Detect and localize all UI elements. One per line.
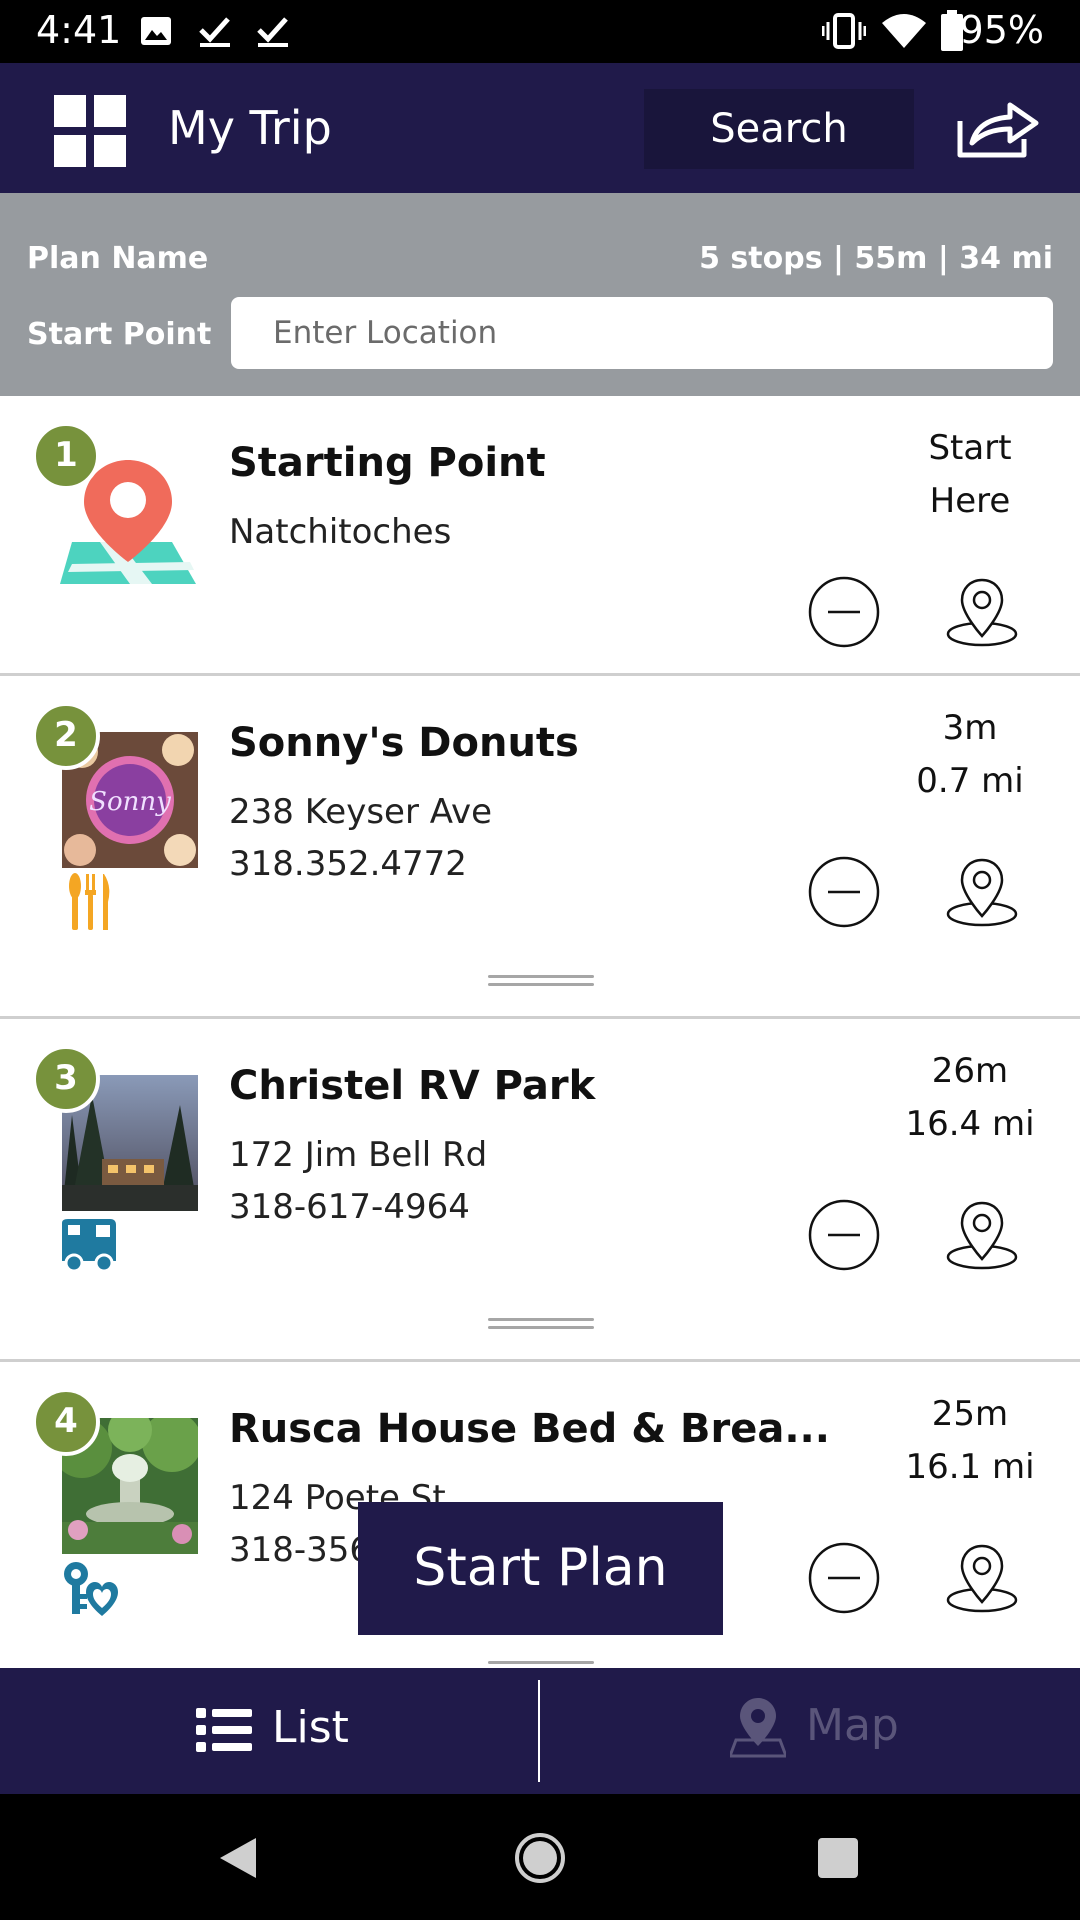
plan-header: Plan Name 5 stops | 55m | 34 mi Start Po… [0,193,1080,396]
remove-stop-icon[interactable] [808,856,880,928]
key-heart-icon [64,1562,118,1616]
checkmark-notification-icon [199,17,230,47]
start-point-label: Start Point [27,317,212,352]
drag-handle[interactable] [488,975,594,987]
start-location-input[interactable] [231,297,1053,369]
remove-stop-icon[interactable] [808,576,880,648]
battery-percentage: 95% [959,8,1044,52]
drag-handle[interactable] [488,1318,594,1330]
tab-list-label: List [272,1702,349,1753]
home-icon[interactable] [514,1832,566,1884]
stop-meta: 3m 0.7 mi [870,702,1070,808]
stop-distance: 0.7 mi [916,761,1024,801]
remove-stop-icon[interactable] [808,1199,880,1271]
bottom-tab-bar: List Map [0,1668,1080,1794]
back-icon[interactable] [218,1836,258,1880]
stop-item[interactable]: Sonny 2 Sonny's Donuts 238 Keyser Ave 31… [0,676,1080,1019]
rv-icon [62,1219,116,1273]
tab-divider [538,1680,540,1782]
app-header: My Trip Search [0,63,1080,193]
tab-map[interactable]: Map [730,1694,910,1766]
stop-distance: 16.1 mi [905,1447,1035,1487]
stop-location: Natchitoches [229,512,452,552]
stop-meta: 25m 16.1 mi [870,1388,1070,1494]
wifi-icon [882,14,926,48]
stop-number-badge: 1 [32,422,100,490]
location-pin-icon[interactable] [944,854,1020,928]
stop-name: Christel RV Park [229,1063,596,1109]
stop-duration: 3m [942,708,998,748]
system-nav-bar [0,1794,1080,1920]
stop-meta-line2: Here [929,481,1011,521]
stop-phone[interactable]: 318-617-4964 [229,1187,470,1227]
recents-icon[interactable] [818,1838,858,1878]
start-plan-button[interactable]: Start Plan [358,1502,723,1635]
list-icon [196,1708,252,1752]
plan-name-label: Plan Name [27,241,209,276]
plan-summary: 5 stops | 55m | 34 mi [699,241,1053,276]
stop-item[interactable]: 3 Christel RV Park 172 Jim Bell Rd 318-6… [0,1019,1080,1362]
stop-duration: 25m [931,1394,1009,1434]
page-title: My Trip [168,101,332,155]
status-bar: 4:41 95% [0,0,1080,63]
location-pin-icon[interactable] [944,1540,1020,1614]
tab-list[interactable]: List [196,1698,356,1764]
stop-meta-line1: Start [928,428,1012,468]
image-notification-icon [141,17,171,45]
stop-meta: Start Here [870,422,1070,528]
stop-distance: 16.4 mi [905,1104,1035,1144]
tab-map-label: Map [806,1700,899,1751]
stop-duration: 26m [931,1051,1009,1091]
search-button[interactable]: Search [644,89,914,169]
location-pin-icon[interactable] [944,574,1020,648]
grid-menu-icon[interactable] [54,95,126,167]
stop-item[interactable]: 1 Starting Point Natchitoches Start Here [0,396,1080,676]
stop-name: Rusca House Bed & Brea... [229,1406,830,1452]
stop-meta: 26m 16.4 mi [870,1045,1070,1151]
stop-phone[interactable]: 318.352.4772 [229,844,467,884]
share-icon[interactable] [956,99,1040,161]
stop-number-badge: 2 [32,702,100,770]
stop-name: Starting Point [229,440,546,486]
remove-stop-icon[interactable] [808,1542,880,1614]
status-time: 4:41 [36,8,122,52]
fork-knife-icon [69,873,110,930]
checkmark-notification-icon [257,17,288,47]
vibrate-icon [822,13,866,49]
map-marker-icon [730,1698,786,1758]
stop-address: 172 Jim Bell Rd [229,1135,488,1175]
stop-number-badge: 3 [32,1045,100,1113]
stop-name: Sonny's Donuts [229,720,579,766]
stop-address: 238 Keyser Ave [229,792,493,832]
svg-text:Sonny: Sonny [89,787,171,817]
stop-number-badge: 4 [32,1388,100,1456]
location-pin-icon[interactable] [944,1197,1020,1271]
